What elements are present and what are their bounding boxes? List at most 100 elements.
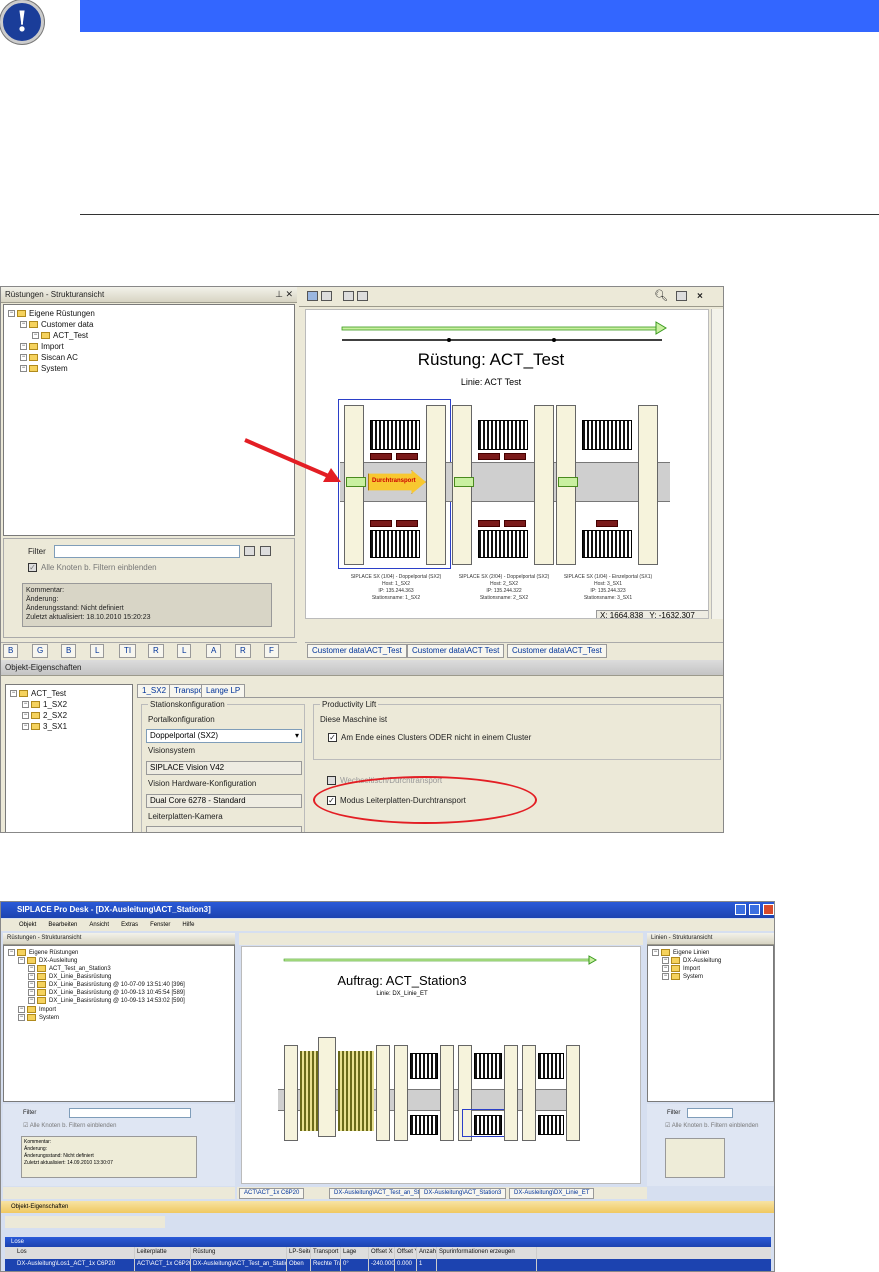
tree-item[interactable]: − ACT_Test: [8, 330, 290, 341]
menu-item[interactable]: Hilfe: [182, 922, 194, 928]
menu-item[interactable]: Bearbeiten: [48, 922, 77, 928]
filter-clear-icon[interactable]: [260, 546, 271, 556]
tree-item[interactable]: − DX_Linie_Basisrüstung @ 10-09-13 10:45:…: [8, 989, 230, 997]
vertical-scrollbar[interactable]: [711, 309, 723, 619]
tab[interactable]: L: [90, 644, 105, 658]
s2-selection[interactable]: [462, 1109, 506, 1137]
menu-item[interactable]: Extras: [121, 922, 138, 928]
tab[interactable]: G: [32, 644, 49, 658]
tab[interactable]: R: [148, 644, 164, 658]
tab[interactable]: Customer data\ACT_Test: [507, 644, 607, 658]
tab[interactable]: Customer data\ACT Test: [407, 644, 505, 658]
tree-item[interactable]: − Eigene Rüstungen: [8, 949, 230, 957]
tree-item[interactable]: − 2_SX2: [10, 710, 128, 721]
tab[interactable]: TI: [119, 644, 137, 658]
s2-filter-input[interactable]: [69, 1108, 191, 1118]
maximize-button[interactable]: [749, 904, 760, 915]
menu-item[interactable]: Fenster: [150, 922, 170, 928]
tab[interactable]: 1_SX2: [137, 684, 172, 698]
expand-icon[interactable]: −: [28, 973, 35, 981]
tree-item[interactable]: − DX_Linie_Basisrüstung: [8, 973, 230, 981]
tab[interactable]: ACT\ACT_1x C6P20: [239, 1188, 305, 1199]
expand-icon[interactable]: −: [28, 997, 35, 1005]
expand-icon[interactable]: −: [32, 332, 39, 340]
s2-right-filter: Filter ☑ Alle Knoten b. Filtern einblend…: [647, 1104, 774, 1186]
expand-icon[interactable]: −: [662, 973, 669, 981]
tree-item[interactable]: − Siscan AC: [8, 352, 290, 363]
portal-select[interactable]: Doppelportal (SX2) ▾: [146, 729, 302, 743]
menu-item[interactable]: Objekt: [19, 922, 36, 928]
s2-right-filter-input[interactable]: [687, 1108, 733, 1118]
filter-apply-icon[interactable]: [244, 546, 255, 556]
filter-input[interactable]: [54, 545, 240, 558]
lose-columns: Los Leiterplatte Rüstung LP-Seite Transport L…: [5, 1247, 771, 1259]
tab[interactable]: Lange LP: [201, 684, 246, 698]
expand-icon[interactable]: −: [8, 310, 15, 318]
tab[interactable]: L: [177, 644, 192, 658]
view-icon[interactable]: [307, 291, 318, 301]
tree-item[interactable]: − Eigene Rüstungen: [8, 308, 290, 319]
cluster-checkbox[interactable]: ✓ Am Ende eines Clusters ODER nicht in ei…: [328, 733, 531, 743]
tab[interactable]: DX-Ausleitung\DX_Linie_ET: [509, 1188, 595, 1199]
flow-node: [552, 338, 556, 342]
expand-icon[interactable]: −: [662, 957, 669, 965]
show-all-checkbox[interactable]: ✓ Alle Knoten b. Filtern einblenden: [28, 563, 157, 573]
tree-item[interactable]: − Eigene Linien: [652, 949, 769, 957]
tree-item[interactable]: − ACT_Test_an_Station3: [8, 965, 230, 973]
expand-icon[interactable]: −: [662, 965, 669, 973]
minimize-button[interactable]: [735, 904, 746, 915]
expand-icon[interactable]: −: [20, 343, 27, 351]
tree-item[interactable]: − Customer data: [8, 319, 290, 330]
tree-item[interactable]: − 1_SX2: [10, 699, 128, 710]
tab[interactable]: A: [206, 644, 222, 658]
tab[interactable]: DX-Ausleitung\ACT_Station3: [419, 1188, 507, 1199]
tree-item[interactable]: − System: [652, 973, 769, 981]
tree-item[interactable]: − Import: [8, 341, 290, 352]
s2-rustungen-tree: − Eigene Rüstungen − DX-Ausleitung − ACT_Test…: [3, 945, 235, 1102]
s2-show-all[interactable]: ☑ Alle Knoten b. Filtern einblenden: [23, 1122, 116, 1129]
tab[interactable]: B: [3, 644, 19, 658]
expand-icon[interactable]: −: [20, 365, 27, 373]
tree-item[interactable]: − ACT_Test: [10, 688, 128, 699]
print-icon[interactable]: [676, 291, 687, 301]
tab[interactable]: R: [235, 644, 251, 658]
s2-right-show-all[interactable]: ☑ Alle Knoten b. Filtern einblenden: [665, 1122, 758, 1129]
expand-icon[interactable]: −: [8, 949, 15, 956]
expand-icon[interactable]: −: [652, 949, 659, 956]
tree-item[interactable]: − DX_Linie_Basisrüstung @ 10-09-13 14:53:…: [8, 997, 230, 1005]
close-button[interactable]: [763, 904, 774, 915]
tree-item[interactable]: − DX-Ausleitung: [652, 957, 769, 965]
expand-icon[interactable]: −: [28, 965, 35, 973]
folder-icon: [27, 957, 36, 965]
panel-close-icon[interactable]: ⊥ ✕: [275, 287, 293, 302]
binoculars-icon[interactable]: [343, 291, 354, 301]
expand-icon[interactable]: −: [28, 981, 35, 989]
tree-item[interactable]: − Import: [8, 1005, 230, 1014]
expand-icon[interactable]: −: [10, 690, 17, 698]
tree-item[interactable]: − 3_SX1: [10, 721, 128, 732]
info-line: Änderungsstand: Nicht definiert: [24, 1153, 94, 1159]
tab[interactable]: B: [61, 644, 77, 658]
expand-icon[interactable]: −: [28, 989, 35, 997]
tree-item[interactable]: − DX_Linie_Basisrüstung @ 10-07-09 13:51:…: [8, 981, 230, 989]
expand-icon[interactable]: −: [22, 701, 29, 709]
search-icon[interactable]: 🔍︎: [654, 289, 668, 304]
expand-icon[interactable]: −: [22, 712, 29, 720]
expand-icon[interactable]: −: [22, 723, 29, 731]
close-icon[interactable]: ×: [697, 289, 703, 304]
tree-item[interactable]: − DX-Ausleitung: [8, 957, 230, 965]
expand-icon[interactable]: −: [18, 1013, 25, 1021]
tree-item[interactable]: − Import: [652, 965, 769, 973]
expand-icon[interactable]: −: [20, 354, 27, 362]
table-row[interactable]: DX-Ausleitung\Los1_ACT_1x C6P20 ACT\ACT_1…: [5, 1259, 771, 1271]
tab[interactable]: F: [264, 644, 279, 658]
zoom-icon[interactable]: [357, 291, 368, 301]
tree-item[interactable]: − System: [8, 1013, 230, 1022]
expand-icon[interactable]: −: [18, 957, 25, 965]
menu-item[interactable]: Ansicht: [89, 922, 109, 928]
expand-icon[interactable]: −: [18, 1005, 25, 1013]
tab[interactable]: Customer data\ACT_Test: [307, 644, 407, 658]
tree-item[interactable]: − System: [8, 363, 290, 374]
layout-icon[interactable]: [321, 291, 332, 301]
expand-icon[interactable]: −: [20, 321, 27, 329]
